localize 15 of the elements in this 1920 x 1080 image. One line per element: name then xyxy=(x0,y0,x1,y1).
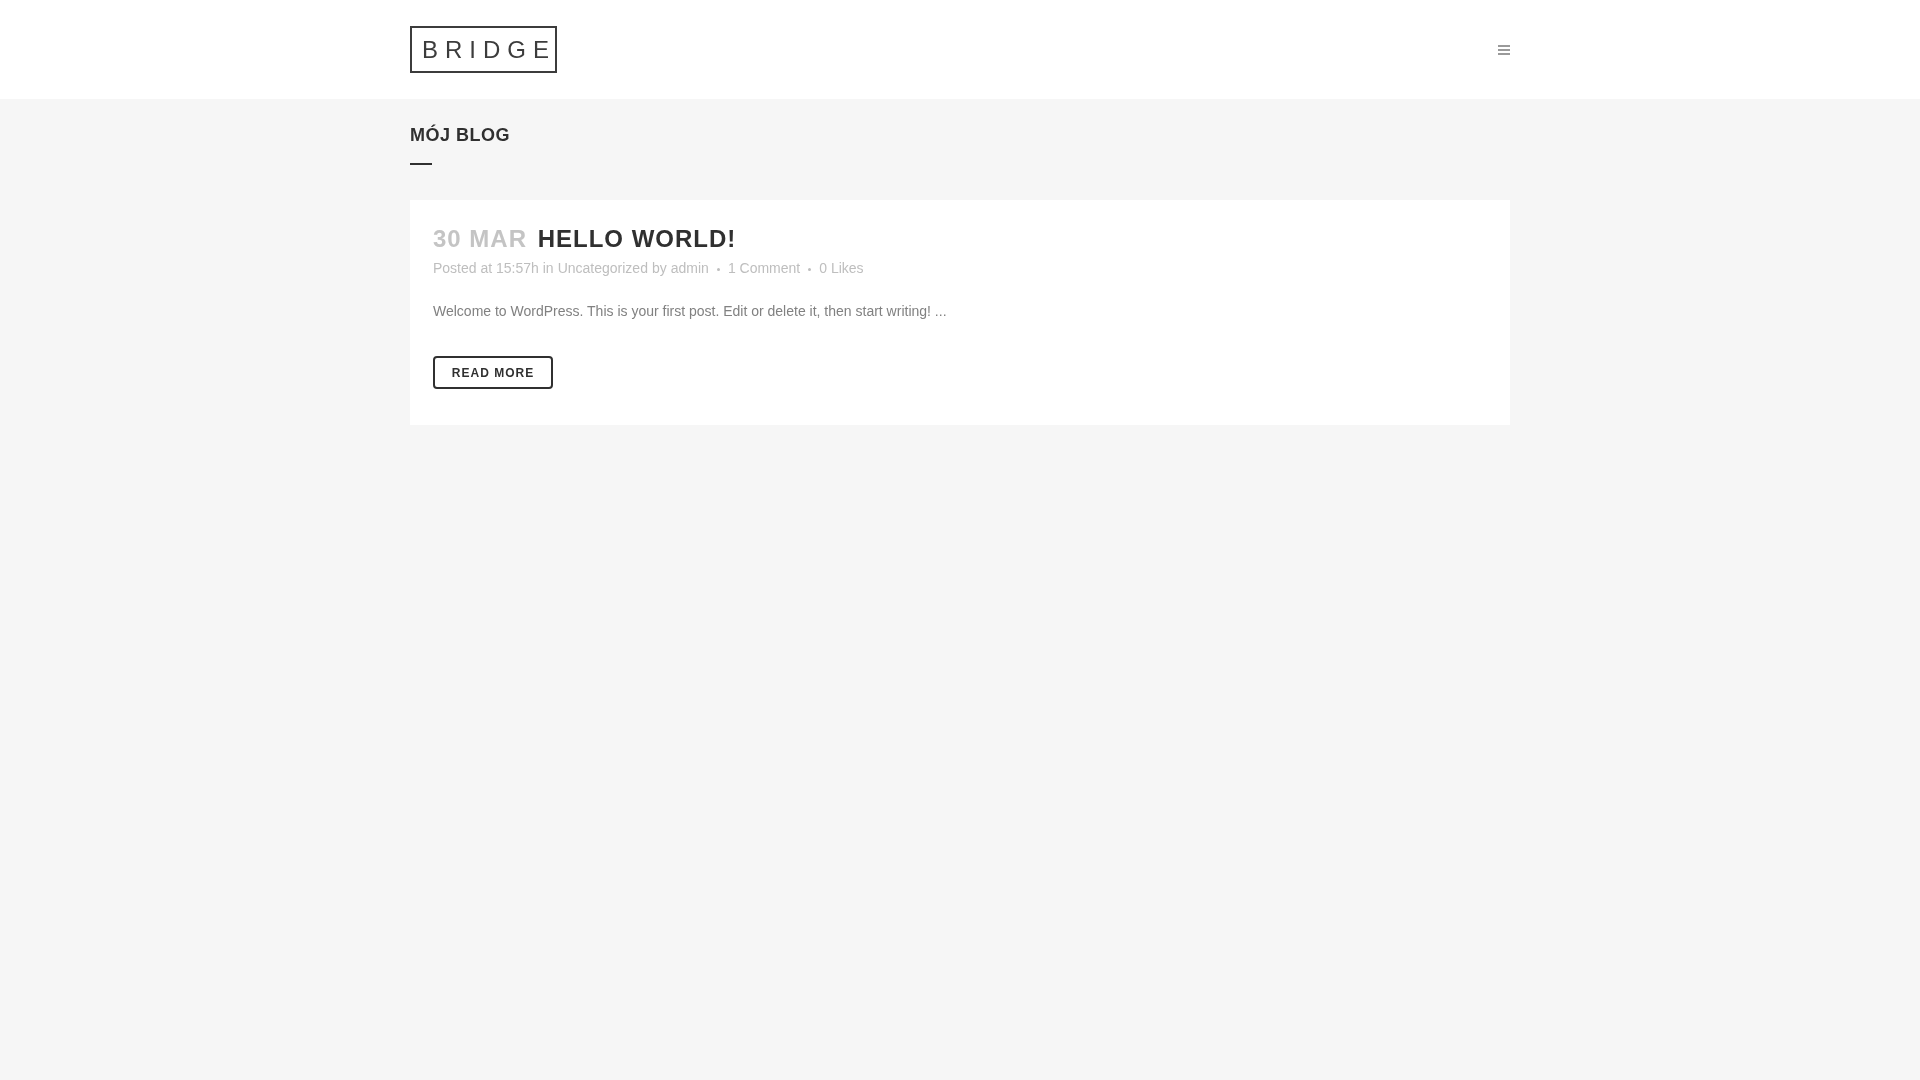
comments-link[interactable]: 1 Comment xyxy=(727,258,801,278)
author-link[interactable]: admin xyxy=(670,258,709,278)
post-excerpt: Welcome to WordPress. This is your first post. Edit or delete it, then start writing! ... xyxy=(433,302,948,321)
likes-link[interactable]: 0 Likes xyxy=(819,258,864,278)
separator-dot-icon xyxy=(716,268,720,271)
separator-dot-icon xyxy=(808,268,812,271)
post-title-link[interactable]: HELLO WORLD! xyxy=(537,225,737,252)
menu-icon[interactable] xyxy=(1498,45,1510,55)
by-text: by xyxy=(651,259,667,278)
post-time-text: Posted at 15:57h in xyxy=(433,259,554,278)
page-title: MÓJ BLOG xyxy=(410,124,511,147)
site-logo[interactable]: BRIDGE xyxy=(410,26,557,73)
post-date: 30 MAR xyxy=(433,225,528,252)
category-link[interactable]: Uncategorized xyxy=(557,258,648,278)
read-more-button[interactable]: READ MORE xyxy=(433,356,553,389)
